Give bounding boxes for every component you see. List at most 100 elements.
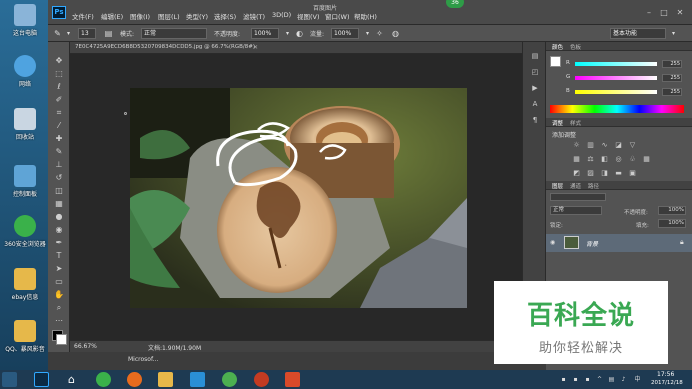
shape-tool-icon[interactable]: ▭ <box>53 277 65 287</box>
menu-window[interactable]: 窗口(W) <box>325 11 350 21</box>
preset-dropdown-icon[interactable]: ▾ <box>63 28 74 39</box>
paragraph-panel-icon[interactable]: ¶ <box>528 114 542 126</box>
maximize-button[interactable]: □ <box>659 8 669 18</box>
chrome-icon[interactable] <box>222 372 237 387</box>
levels-icon[interactable]: ▥ <box>586 141 595 149</box>
menu-help[interactable]: 帮助(H) <box>354 11 377 21</box>
zoom-tool-icon[interactable]: ⌕ <box>53 303 65 313</box>
type-tool-icon[interactable]: T <box>53 251 65 261</box>
menu-file[interactable]: 文件(F) <box>72 11 94 21</box>
mode-select[interactable]: 正常 <box>141 28 207 39</box>
tray-expand-icon[interactable]: ^ <box>596 376 603 383</box>
desktop-icon-control-panel[interactable]: 控制面板 <box>3 165 47 198</box>
brush-tool-icon[interactable]: ✎ <box>53 147 65 157</box>
hue-saturation-icon[interactable]: ▦ <box>572 155 581 163</box>
firefox-icon[interactable] <box>127 372 142 387</box>
tab-color[interactable]: 颜色 <box>552 43 563 51</box>
desktop-icon-recycle-bin[interactable]: 回收站 <box>3 108 47 141</box>
channel-value-input[interactable]: 255 <box>662 88 682 96</box>
invert-icon[interactable]: ◩ <box>572 169 581 177</box>
tab-layers[interactable]: 图层 <box>552 182 563 190</box>
desktop-icon-qq-folder[interactable]: QQ、暴风影音 <box>3 320 47 353</box>
selective-color-icon[interactable]: ▣ <box>628 169 637 177</box>
desktop-icon-network[interactable]: 网络 <box>3 55 47 88</box>
browser-360-icon[interactable] <box>96 372 111 387</box>
menu-edit[interactable]: 编辑(E) <box>101 11 123 21</box>
menu-3d[interactable]: 3D(D) <box>272 11 291 19</box>
menu-image[interactable]: 图像(I) <box>130 11 150 21</box>
opacity-input[interactable]: 100% <box>251 28 279 39</box>
menu-view[interactable]: 视图(V) <box>297 11 320 21</box>
slider-track[interactable] <box>575 62 657 66</box>
close-document-icon[interactable]: ✕ <box>253 44 258 51</box>
slider-track[interactable] <box>575 76 657 80</box>
pen-tool-icon[interactable]: ✒ <box>53 238 65 248</box>
dodge-tool-icon[interactable]: ◉ <box>53 225 65 235</box>
character-panel-icon[interactable]: A <box>528 98 542 110</box>
menu-type[interactable]: 类型(Y) <box>186 11 208 21</box>
clock-date[interactable]: 2017/12/18 <box>651 380 683 386</box>
path-select-tool-icon[interactable]: ➤ <box>53 264 65 274</box>
brightness-icon[interactable]: ☼ <box>572 141 581 149</box>
history-panel-icon[interactable]: ▤ <box>528 50 542 62</box>
layer-row[interactable]: ◉ 背景 🔒︎ <box>546 234 692 252</box>
exposure-icon[interactable]: ◪ <box>614 141 623 149</box>
tab-channels[interactable]: 通道 <box>570 182 581 190</box>
clock-time[interactable]: 17:56 <box>657 371 674 378</box>
move-tool-icon[interactable]: ✥ <box>53 56 65 66</box>
desktop-icon-this-pc[interactable]: 这台电脑 <box>3 4 47 37</box>
desktop-icon-360-browser[interactable]: 360安全浏览器 <box>3 215 47 248</box>
start-button[interactable] <box>2 372 17 387</box>
pressure-opacity-icon[interactable]: ◐ <box>294 28 305 39</box>
threshold-icon[interactable]: ◨ <box>600 169 609 177</box>
color-balance-icon[interactable]: ⚖ <box>586 155 595 163</box>
gradient-map-icon[interactable]: ▬ <box>614 169 623 177</box>
flow-input[interactable]: 100% <box>331 28 359 39</box>
pressure-size-icon[interactable]: ◍ <box>390 28 401 39</box>
eye-icon[interactable]: ◉ <box>550 239 555 246</box>
tab-styles[interactable]: 样式 <box>570 119 581 127</box>
blend-mode-select[interactable]: 正常 <box>550 206 602 215</box>
airbrush-icon[interactable]: ✧ <box>374 28 385 39</box>
lasso-tool-icon[interactable]: ℓ <box>53 82 65 92</box>
gradient-tool-icon[interactable]: ▦ <box>53 199 65 209</box>
curves-icon[interactable]: ∿ <box>600 141 609 149</box>
document-image[interactable]: . <box>130 88 467 308</box>
zoom-level[interactable]: 66.67% <box>74 343 97 350</box>
quick-select-tool-icon[interactable]: ✐ <box>53 95 65 105</box>
w-app-icon[interactable] <box>190 372 205 387</box>
crop-tool-icon[interactable]: ⌗ <box>53 108 65 118</box>
properties-panel-icon[interactable]: ◰ <box>528 66 542 78</box>
photoshop-taskbar-icon[interactable] <box>34 372 49 387</box>
tray-app-icon[interactable]: ▪ <box>584 376 591 383</box>
menu-select[interactable]: 选择(S) <box>214 11 236 21</box>
close-button[interactable]: ✕ <box>675 8 685 18</box>
workspace-select[interactable]: 基本功能 <box>610 28 666 39</box>
tray-app-icon[interactable]: ▪ <box>572 376 579 383</box>
blur-tool-icon[interactable]: ● <box>53 212 65 222</box>
black-white-icon[interactable]: ◧ <box>600 155 609 163</box>
opacity-dropdown-icon[interactable]: ▾ <box>282 28 293 39</box>
color-panel-foreground-swatch[interactable] <box>550 56 561 67</box>
marquee-tool-icon[interactable]: ⬚ <box>53 69 65 79</box>
flow-dropdown-icon[interactable]: ▾ <box>362 28 373 39</box>
history-brush-tool-icon[interactable]: ↺ <box>53 173 65 183</box>
more-tools-icon[interactable]: ⋯ <box>53 316 65 326</box>
hand-tool-icon[interactable]: ✋ <box>53 290 65 300</box>
game-icon[interactable] <box>254 372 269 387</box>
fill-input[interactable]: 100% <box>658 219 686 228</box>
channel-value-input[interactable]: 255 <box>662 60 682 68</box>
tab-paths[interactable]: 路径 <box>588 182 599 190</box>
network-tray-icon[interactable]: ▤ <box>608 376 615 383</box>
document-tab[interactable]: 7E0C4725A9ECD6B8D5320709834DCDD5.jpg @ 6… <box>70 42 522 54</box>
eyedropper-tool-icon[interactable]: ⁄ <box>53 121 65 131</box>
photo-filter-icon[interactable]: ◎ <box>614 155 623 163</box>
vibrance-icon[interactable]: ▽ <box>628 141 637 149</box>
minimized-window-label[interactable]: Microsof... <box>128 356 158 363</box>
eraser-tool-icon[interactable]: ◫ <box>53 186 65 196</box>
tab-swatches[interactable]: 色板 <box>570 43 581 51</box>
posterize-icon[interactable]: ▨ <box>586 169 595 177</box>
background-color-swatch[interactable] <box>56 334 67 345</box>
brush-panel-icon[interactable]: ▤ <box>103 28 114 39</box>
brush-tool-icon[interactable]: ✎ <box>52 28 63 39</box>
